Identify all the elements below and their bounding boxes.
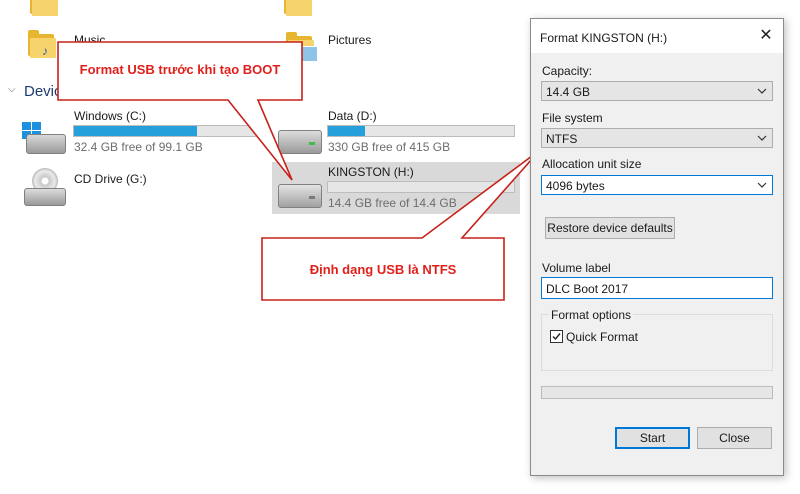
callout-bottom-text: Định dạng USB là NTFS [309, 262, 457, 277]
dialog-title: Format KINGSTON (H:) [540, 31, 668, 45]
volume-label-value: DLC Boot 2017 [546, 282, 629, 296]
filesystem-label: File system [542, 111, 603, 125]
volume-label-input[interactable]: DLC Boot 2017 [541, 277, 773, 299]
checkmark-icon [552, 333, 561, 341]
format-progress-bar [541, 386, 773, 399]
volume-label: Volume label [542, 261, 611, 275]
format-options-label: Format options [549, 308, 634, 322]
callout-top-text: Format USB trước khi tạo BOOT [79, 62, 281, 77]
checkbox-icon [550, 330, 563, 343]
allocation-label: Allocation unit size [542, 157, 642, 171]
callout-bottom-shape [261, 149, 541, 301]
chevron-down-icon [757, 135, 767, 141]
allocation-select[interactable]: 4096 bytes [541, 175, 773, 195]
allocation-value: 4096 bytes [546, 179, 605, 193]
capacity-value: 14.4 GB [546, 85, 591, 99]
close-icon[interactable]: ✕ [755, 25, 777, 47]
format-dialog: Format KINGSTON (H:) ✕ Capacity: 14.4 GB… [530, 18, 784, 476]
restore-defaults-button[interactable]: Restore device defaults [545, 217, 675, 239]
start-button[interactable]: Start [615, 427, 690, 449]
chevron-down-icon [757, 88, 767, 94]
capacity-select[interactable]: 14.4 GB [541, 81, 773, 101]
close-button[interactable]: Close [697, 427, 772, 449]
dialog-title-bar[interactable]: Format KINGSTON (H:) ✕ [531, 19, 783, 53]
quick-format-label: Quick Format [566, 330, 639, 344]
chevron-down-icon [757, 182, 767, 188]
filesystem-select[interactable]: NTFS [541, 128, 773, 148]
filesystem-value: NTFS [546, 132, 578, 146]
capacity-label: Capacity: [542, 64, 593, 78]
